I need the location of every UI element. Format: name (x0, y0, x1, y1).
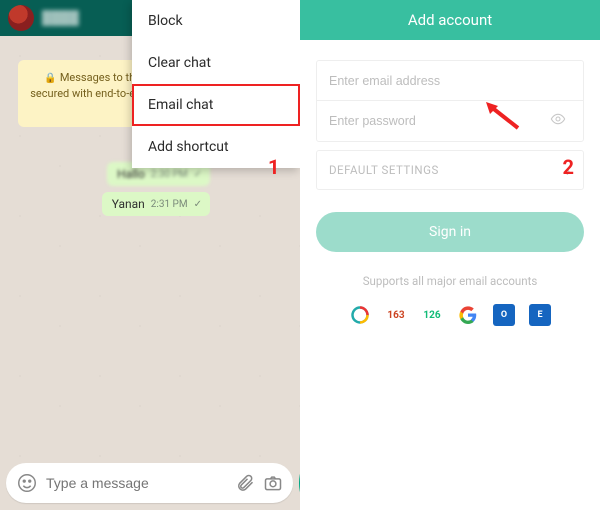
lock-icon (44, 71, 59, 84)
provider-163-icon[interactable]: 163 (385, 304, 407, 326)
avatar[interactable] (8, 5, 34, 31)
annotation-arrow-icon (482, 100, 522, 132)
menu-item-email-chat[interactable]: Email chat (132, 84, 300, 126)
default-settings-label: DEFAULT SETTINGS (329, 163, 439, 177)
provider-126-icon[interactable]: 126 (421, 304, 443, 326)
default-settings-row[interactable]: DEFAULT SETTINGS › (316, 150, 584, 190)
email-field[interactable] (329, 74, 571, 88)
email-provider-row: 163 126 O E (316, 304, 584, 326)
menu-item-block[interactable]: Block (132, 0, 300, 42)
credential-fields (316, 60, 584, 142)
message-time: 2:31 PM (151, 199, 188, 210)
message-input[interactable] (46, 475, 227, 491)
attachment-icon[interactable] (235, 473, 255, 493)
annotation-number-1: 1 (268, 155, 279, 179)
provider-qq-icon[interactable] (349, 304, 371, 326)
camera-icon[interactable] (263, 473, 283, 493)
message-input-pill (6, 463, 293, 503)
signin-button[interactable]: Sign in (316, 212, 584, 252)
email-field-row (317, 61, 583, 101)
support-text: Supports all major email accounts (316, 274, 584, 288)
provider-exchange-icon[interactable]: E (529, 304, 551, 326)
annotation-number-2: 2 (563, 155, 574, 179)
message-text: Hallo (117, 167, 145, 181)
check-icon: ✓ (194, 169, 202, 180)
message-input-bar (6, 462, 294, 504)
provider-google-icon[interactable] (457, 304, 479, 326)
password-field-row (317, 101, 583, 141)
contact-name: ████ (42, 10, 79, 26)
whatsapp-chat-screen: ████ Messages to this chat and calls are… (0, 0, 300, 510)
header-title: Add account (408, 11, 492, 29)
emoji-icon[interactable] (16, 472, 38, 494)
check-icon: ✓ (194, 199, 202, 210)
provider-outlook-icon[interactable]: O (493, 304, 515, 326)
overflow-menu: Block Clear chat Email chat Add shortcut (132, 0, 300, 168)
signin-button-label: Sign in (429, 224, 471, 240)
message-time: 2:30 PM (151, 169, 188, 180)
add-account-screen: Add account DEFAULT SETTINGS › Sign (300, 0, 600, 510)
message-bubble[interactable]: Yanan 2:31 PM ✓ (102, 192, 210, 216)
message-text: Yanan (112, 197, 145, 211)
show-password-icon[interactable] (546, 111, 571, 131)
menu-item-clear-chat[interactable]: Clear chat (132, 42, 300, 84)
add-account-header: Add account (300, 0, 600, 40)
